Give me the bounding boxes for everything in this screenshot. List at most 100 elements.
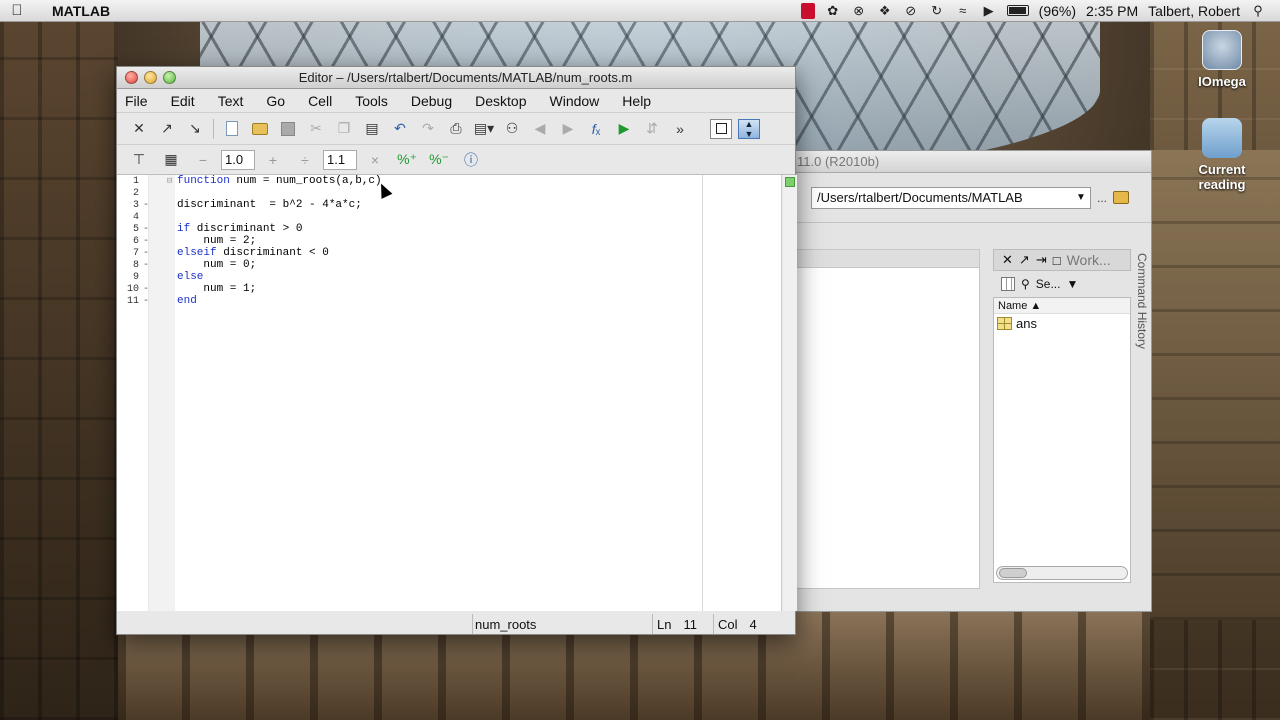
menu-window[interactable]: Window [550, 93, 600, 109]
clock[interactable]: 2:35 PM [1086, 3, 1138, 19]
current-folder-field[interactable]: /Users/rtalbert/Documents/MATLAB ▼ [811, 186, 1091, 209]
paste-icon[interactable]: ▤ [358, 118, 386, 140]
save-icon[interactable] [274, 118, 302, 140]
cell-icon[interactable]: ▦ [157, 149, 185, 171]
name-column-header[interactable]: Name ▲ [994, 298, 1130, 314]
back-arrow-icon[interactable]: ◀ [526, 118, 554, 140]
code-line[interactable]: 7- elseif discriminant < 0 [117, 247, 781, 259]
user-name[interactable]: Talbert, Robert [1148, 3, 1240, 19]
wifi-icon[interactable]: ≈ [955, 3, 971, 19]
code-line[interactable]: 1 ⊟ function num = num_roots(a,b,c) [117, 175, 781, 187]
horizontal-scrollbar[interactable] [996, 566, 1128, 580]
desktop-icon-current-reading[interactable]: Current reading [1182, 118, 1262, 192]
dock-icon[interactable]: ↘ [181, 118, 209, 140]
window-icon[interactable]: □ [1053, 253, 1061, 268]
select-data-label[interactable]: Se... [1036, 277, 1061, 291]
command-window-pane[interactable] [796, 249, 980, 589]
time-machine-icon[interactable]: ↻ [929, 3, 945, 19]
close-icon[interactable]: ✕ [125, 118, 153, 140]
chevron-down-icon[interactable]: ▼ [1066, 277, 1078, 291]
battery-percent[interactable]: (96%) [1039, 3, 1076, 19]
breakpoint-marker[interactable]: - [143, 284, 149, 295]
editor-window[interactable]: Editor – /Users/rtalbert/Documents/MATLA… [116, 66, 797, 635]
maximize-pane-icon[interactable]: ⇥ [1036, 252, 1047, 268]
breakpoint-marker[interactable]: - [143, 296, 149, 307]
close-icon[interactable]: ✕ [1002, 252, 1013, 268]
undock-icon[interactable]: ↗ [1019, 252, 1030, 268]
code-analyzer-ok-icon[interactable] [785, 177, 795, 187]
multiply-icon[interactable]: × [361, 152, 389, 168]
zoom-window-button[interactable] [163, 71, 176, 84]
app-status-icon[interactable] [800, 2, 815, 19]
code-editor[interactable]: 1 ⊟ function num = num_roots(a,b,c) 2 3- disc… [117, 175, 782, 611]
scroll-thumb[interactable] [999, 568, 1027, 578]
run-icon[interactable]: ▶ [610, 118, 638, 140]
app-menu-name[interactable]: MATLAB [52, 3, 110, 19]
new-file-icon[interactable] [218, 118, 246, 140]
cell-step-input[interactable]: 1.0 [221, 149, 255, 170]
redo-icon[interactable]: ↷ [414, 118, 442, 140]
uncomment-icon[interactable]: %⁻ [425, 149, 453, 171]
menu-go[interactable]: Go [266, 93, 285, 109]
dock-toggle-button[interactable]: ▲ ▼ [738, 118, 760, 139]
print-icon[interactable]: ⎙ [442, 118, 470, 140]
code-line[interactable]: 5- if discriminant > 0 [117, 223, 781, 235]
vertical-scrollbar[interactable] [783, 175, 797, 611]
new-variable-icon[interactable] [1001, 277, 1015, 291]
open-folder-icon[interactable] [246, 118, 274, 140]
comment-icon[interactable]: %⁺ [393, 149, 421, 171]
menu-file[interactable]: File [125, 93, 148, 109]
sync-icon[interactable]: ⊘ [903, 3, 919, 19]
search-icon[interactable]: ⚲ [1021, 277, 1030, 291]
folder-up-icon[interactable] [1113, 191, 1130, 204]
matlab-main-window[interactable]: 11.0 (R2010b) /Users/rtalbert/Documents/… [780, 150, 1152, 612]
workspace-row[interactable]: ans [994, 314, 1130, 332]
info-icon[interactable]: ⓘ [457, 149, 485, 171]
cell-multiplier-input[interactable]: 1.1 [323, 149, 357, 170]
code-line[interactable]: 10- num = 1; [117, 283, 781, 295]
publish-icon[interactable]: ▤▾ [470, 118, 498, 140]
chevron-down-icon[interactable]: ▼ [1072, 192, 1090, 203]
menu-desktop[interactable]: Desktop [475, 93, 526, 109]
breakpoint-marker[interactable]: - [143, 224, 149, 235]
code-line[interactable]: 11- end [117, 295, 781, 307]
editor-titlebar[interactable]: Editor – /Users/rtalbert/Documents/MATLA… [117, 67, 795, 89]
forward-arrow-icon[interactable]: ▶ [554, 118, 582, 140]
code-line[interactable]: 4 [117, 211, 781, 223]
desktop-icon-iomega[interactable]: IOmega [1182, 30, 1262, 89]
breakpoint-marker[interactable]: - [143, 236, 149, 247]
cut-icon[interactable]: ✂ [302, 118, 330, 140]
divide-icon[interactable]: ÷ [291, 152, 319, 168]
close-window-button[interactable] [125, 71, 138, 84]
menu-tools[interactable]: Tools [355, 93, 388, 109]
window-layout-button[interactable] [710, 118, 732, 139]
code-line[interactable]: 3- discriminant = b^2 - 4*a*c; [117, 199, 781, 211]
menu-text[interactable]: Text [218, 93, 244, 109]
spotlight-icon[interactable]: ⚲ [1250, 3, 1266, 19]
minimize-window-button[interactable] [144, 71, 157, 84]
menu-debug[interactable]: Debug [411, 93, 452, 109]
menu-help[interactable]: Help [622, 93, 651, 109]
breakpoint-marker[interactable]: - [143, 200, 149, 211]
undock-icon[interactable]: ↗ [153, 118, 181, 140]
menu-cell[interactable]: Cell [308, 93, 332, 109]
volume-icon[interactable]: ▶ [981, 3, 997, 19]
decrement-icon[interactable]: − [189, 152, 217, 168]
evernote-icon[interactable]: ✿ [825, 3, 841, 19]
browse-folder-button[interactable]: ... [1097, 191, 1107, 205]
breakpoint-marker[interactable]: - [143, 260, 149, 271]
close-circle-icon[interactable]: ⊗ [851, 3, 867, 19]
battery-icon[interactable] [1006, 5, 1029, 16]
insert-cell-icon[interactable]: ⊤ [125, 149, 153, 171]
undo-icon[interactable]: ↶ [386, 118, 414, 140]
increment-icon[interactable]: + [259, 152, 287, 168]
menu-edit[interactable]: Edit [171, 93, 195, 109]
code-line[interactable]: 6- num = 2; [117, 235, 781, 247]
code-line[interactable]: 9 else [117, 271, 781, 283]
apple-menu-icon[interactable]:  [0, 2, 34, 19]
copy-icon[interactable]: ❐ [330, 118, 358, 140]
code-line[interactable]: 2 [117, 187, 781, 199]
breakpoint-marker[interactable]: - [143, 248, 149, 259]
command-history-tab[interactable]: Command History [1131, 253, 1149, 373]
more-icon[interactable]: » [666, 118, 694, 140]
